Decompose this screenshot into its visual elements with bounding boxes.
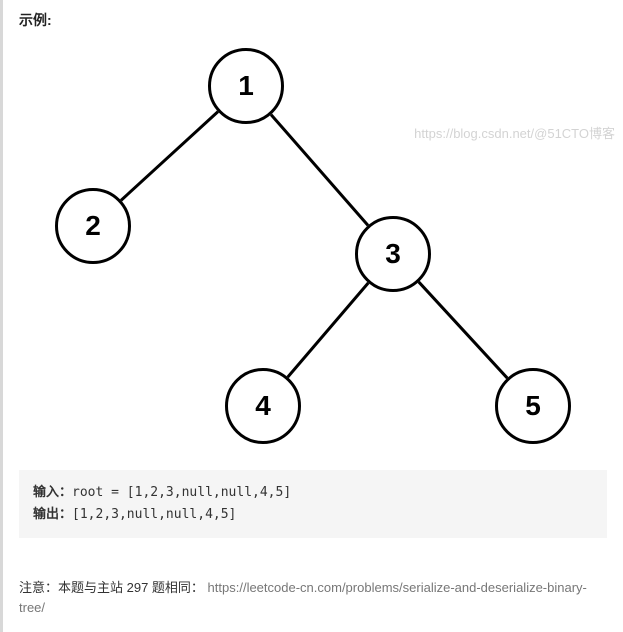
note: 注意：本题与主站 297 题相同： https://leetcode-cn.co… xyxy=(19,578,607,617)
input-label: 输入： xyxy=(33,485,72,500)
edge-1-3 xyxy=(271,115,368,226)
example-heading: 示例: xyxy=(19,10,607,30)
edge-1-2 xyxy=(121,112,218,201)
tree-node-5: 5 xyxy=(495,368,571,444)
input-line: 输入：root = [1,2,3,null,null,4,5] xyxy=(33,482,593,504)
output-value: [1,2,3,null,null,4,5] xyxy=(72,507,236,522)
edge-3-4 xyxy=(288,283,369,377)
node-label: 5 xyxy=(525,390,541,422)
node-label: 3 xyxy=(385,238,401,270)
output-label: 输出： xyxy=(33,507,72,522)
input-value: root = [1,2,3,null,null,4,5] xyxy=(72,485,291,500)
node-label: 2 xyxy=(85,210,101,242)
output-line: 输出：[1,2,3,null,null,4,5] xyxy=(33,504,593,526)
node-label: 1 xyxy=(238,70,254,102)
tree-node-1: 1 xyxy=(208,48,284,124)
code-block: 输入：root = [1,2,3,null,null,4,5] 输出：[1,2,… xyxy=(19,470,607,538)
tree-node-3: 3 xyxy=(355,216,431,292)
tree-node-2: 2 xyxy=(55,188,131,264)
tree-node-4: 4 xyxy=(225,368,301,444)
tree-diagram: 1 2 3 4 5 xyxy=(33,38,593,458)
edge-3-5 xyxy=(419,282,508,378)
node-label: 4 xyxy=(255,390,271,422)
note-prefix: 注意：本题与主站 297 题相同： xyxy=(19,580,204,595)
